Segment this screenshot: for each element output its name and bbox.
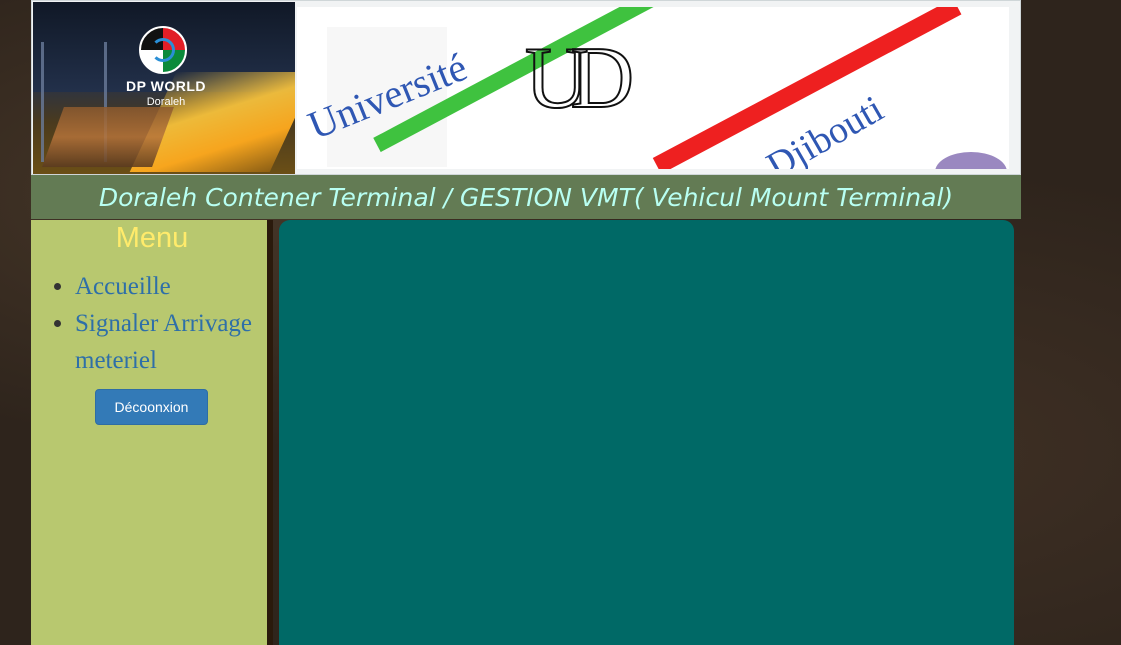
header-banner: DP WORLD Doraleh UD Université de Djibou… (31, 0, 1021, 175)
dp-world-logo: DP WORLD Doraleh (33, 2, 295, 174)
logout-button[interactable]: Décoonxion (95, 389, 208, 425)
menu-item-accueille: Accueille (75, 268, 267, 305)
menu-link-signaler-arrivage[interactable]: Signaler Arrivage meteriel (75, 310, 252, 374)
corner-emblem (935, 152, 1007, 169)
dp-world-brand: DP WORLD (126, 78, 206, 94)
menu-list: Accueille Signaler Arrivage meteriel (31, 268, 267, 379)
dp-world-emblem-icon (139, 26, 187, 74)
ud-monogram: UD (524, 30, 635, 127)
title-bar: Doraleh Contener Terminal / GESTION VMT(… (31, 175, 1021, 219)
page-wrapper: DP WORLD Doraleh UD Université de Djibou… (31, 0, 1021, 645)
ship-hull (42, 107, 174, 167)
universite-djibouti-logo: UD Université de Djibouti (297, 7, 1009, 169)
page-title: Doraleh Contener Terminal / GESTION VMT(… (98, 182, 954, 212)
menu-item-signaler-arrivage: Signaler Arrivage meteriel (75, 305, 267, 379)
menu-link-accueille[interactable]: Accueille (75, 273, 171, 300)
sidebar: Menu Accueille Signaler Arrivage meterie… (31, 220, 273, 645)
dp-world-location: Doraleh (146, 96, 186, 108)
menu-title: Menu (115, 222, 189, 254)
main-content-area (279, 220, 1014, 645)
